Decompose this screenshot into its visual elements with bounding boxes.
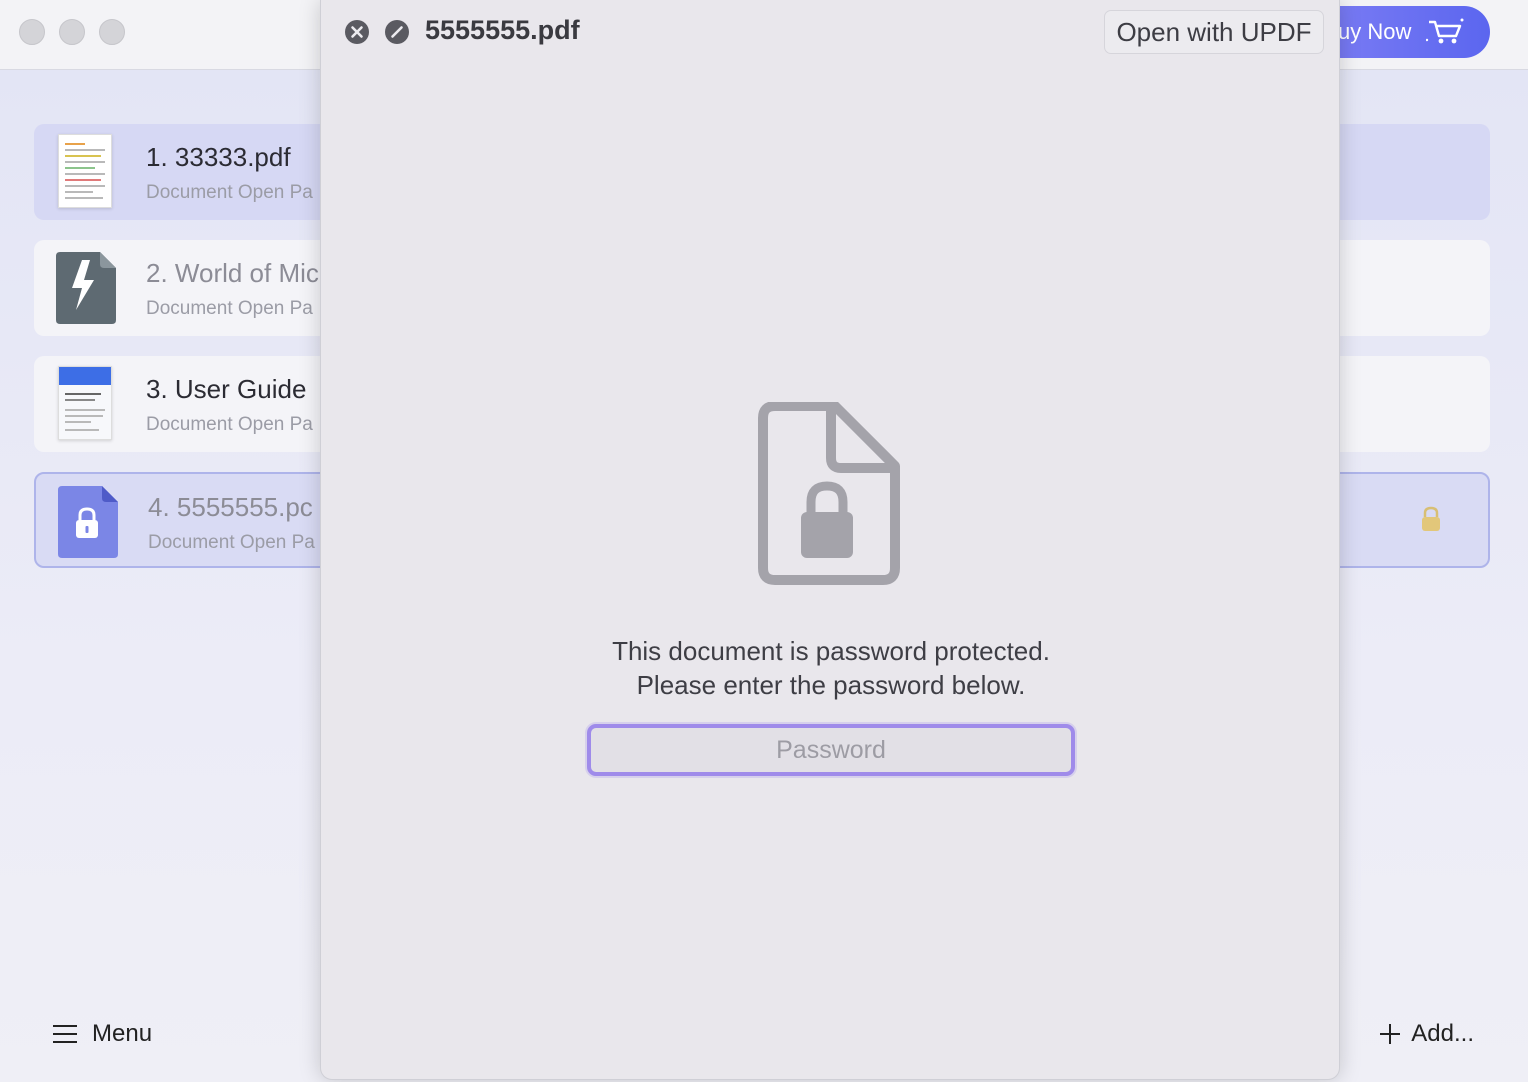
buy-now-label: uy Now <box>1338 19 1412 44</box>
locked-file-icon <box>58 486 118 558</box>
lightning-file-icon <box>56 252 116 324</box>
document-name: 4. 5555555.pc <box>148 492 313 522</box>
window-zoom-button[interactable] <box>99 19 125 45</box>
pdf-thumbnail <box>52 134 118 210</box>
add-label: Add... <box>1411 1020 1474 1047</box>
cancel-icon[interactable] <box>385 20 409 44</box>
shopping-cart-icon <box>1426 18 1464 44</box>
password-input[interactable] <box>587 724 1075 776</box>
document-name: 3. User Guide <box>146 374 307 404</box>
document-subtitle: Document Open Pa <box>146 298 313 319</box>
open-with-updf-button[interactable]: Open with UPDF <box>1104 10 1324 54</box>
protected-message-line2: Please enter the password below. <box>636 670 1026 700</box>
add-button[interactable]: Add... <box>1379 1020 1474 1048</box>
document-name: 1. 33333.pdf <box>146 142 291 172</box>
close-icon[interactable] <box>345 20 369 44</box>
document-name: 2. World of Mic <box>146 258 319 288</box>
protected-message-line1: This document is password protected. <box>612 636 1050 666</box>
menu-label: Menu <box>92 1020 153 1047</box>
lock-icon <box>1422 506 1440 531</box>
locked-document-icon <box>758 402 900 585</box>
password-dialog: 5555555.pdf Open with UPDF This document… <box>320 0 1340 1080</box>
hamburger-menu-icon <box>53 1025 77 1043</box>
dialog-file-name: 5555555.pdf <box>425 15 580 45</box>
window-close-button[interactable] <box>19 19 45 45</box>
document-subtitle: Document Open Pa <box>148 532 315 553</box>
document-subtitle: Document Open Pa <box>146 182 313 203</box>
pdf-thumbnail <box>52 366 118 442</box>
menu-button[interactable]: Menu <box>52 1020 152 1048</box>
plus-icon <box>1380 1024 1401 1044</box>
window-minimize-button[interactable] <box>59 19 85 45</box>
document-subtitle: Document Open Pa <box>146 414 313 435</box>
